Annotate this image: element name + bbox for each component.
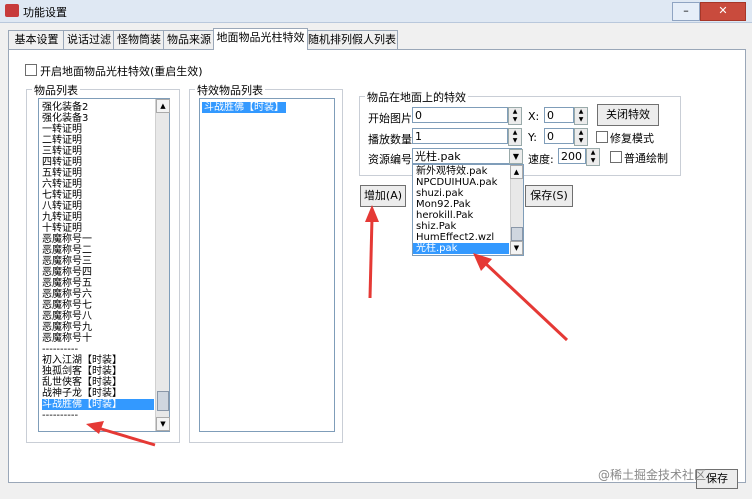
annotation-arrows (86, 205, 569, 447)
arrow-to-list-bottom (97, 426, 156, 447)
arrow-head (86, 421, 104, 434)
arrow-to-add-button (368, 217, 374, 299)
watermark-text: @稀土掘金技术社区 (598, 468, 707, 482)
arrow-to-dropdown-item (483, 261, 569, 342)
arrow-head (365, 205, 379, 222)
tab-ground-item-effect[interactable]: 地面物品光柱特效 (213, 28, 308, 50)
